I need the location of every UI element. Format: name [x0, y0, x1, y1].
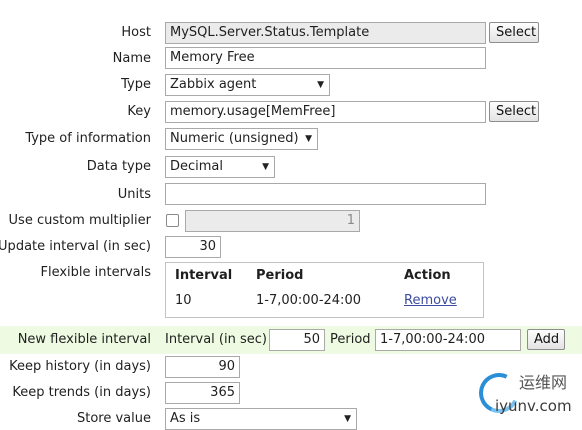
- custom-multiplier-input[interactable]: 1: [185, 210, 360, 232]
- chevron-down-icon: ▼: [317, 80, 324, 90]
- update-interval-input[interactable]: 30: [165, 236, 221, 258]
- column-header-action: Action: [404, 268, 451, 283]
- type-label: Type: [121, 77, 151, 92]
- update-interval-label: Update interval (in sec): [0, 239, 151, 254]
- keep-trends-label: Keep trends (in days): [12, 385, 151, 400]
- units-label: Units: [117, 187, 151, 202]
- keep-history-label: Keep history (in days): [9, 359, 151, 374]
- type-of-information-value: Numeric (unsigned): [170, 131, 299, 146]
- data-type-value: Decimal: [170, 159, 224, 174]
- keep-history-input[interactable]: 90: [165, 356, 240, 378]
- custom-multiplier-checkbox[interactable]: [166, 214, 179, 227]
- key-input[interactable]: memory.usage[MemFree]: [165, 101, 486, 123]
- new-period-label: Period: [330, 332, 371, 347]
- host-field[interactable]: MySQL.Server.Status.Template: [165, 22, 486, 44]
- new-interval-input[interactable]: 50: [269, 329, 325, 351]
- host-label: Host: [121, 25, 151, 40]
- remove-link[interactable]: Remove: [404, 293, 457, 309]
- chevron-down-icon: ▼: [344, 414, 351, 424]
- host-select-button[interactable]: Select: [489, 22, 539, 43]
- new-interval-label: Interval (in sec): [165, 332, 267, 347]
- data-type-label: Data type: [86, 159, 151, 174]
- flexible-intervals-label: Flexible intervals: [40, 265, 152, 280]
- data-type-select[interactable]: Decimal ▼: [165, 156, 275, 178]
- new-flexible-interval-label: New flexible interval: [17, 332, 151, 347]
- key-select-button[interactable]: Select: [489, 101, 539, 122]
- flexible-intervals-table: Interval Period Action 10 1-7,00:00-24:0…: [165, 262, 484, 318]
- type-select-value: Zabbix agent: [170, 77, 257, 92]
- units-input[interactable]: [165, 183, 486, 205]
- custom-multiplier-label: Use custom multiplier: [8, 213, 151, 228]
- chevron-down-icon: ▼: [305, 134, 312, 144]
- name-input[interactable]: Memory Free: [165, 47, 486, 69]
- type-select[interactable]: Zabbix agent ▼: [165, 74, 330, 96]
- store-value-value: As is: [170, 411, 201, 426]
- watermark-text: 运维网: [519, 373, 568, 392]
- add-button[interactable]: Add: [527, 329, 565, 350]
- table-row-interval: 10: [175, 293, 192, 308]
- key-label: Key: [127, 104, 151, 119]
- store-value-label: Store value: [76, 411, 151, 426]
- column-header-interval: Interval: [175, 268, 233, 283]
- chevron-down-icon: ▼: [262, 162, 269, 172]
- name-label: Name: [112, 51, 151, 66]
- keep-trends-input[interactable]: 365: [165, 382, 240, 404]
- new-period-input[interactable]: 1-7,00:00-24:00: [375, 329, 521, 351]
- column-header-period: Period: [256, 268, 304, 283]
- store-value-select[interactable]: As is ▼: [165, 408, 357, 430]
- watermark-url: iyunv.com: [495, 397, 572, 415]
- table-row-period: 1-7,00:00-24:00: [256, 293, 361, 308]
- type-of-information-label: Type of information: [25, 131, 151, 146]
- type-of-information-select[interactable]: Numeric (unsigned) ▼: [165, 128, 318, 150]
